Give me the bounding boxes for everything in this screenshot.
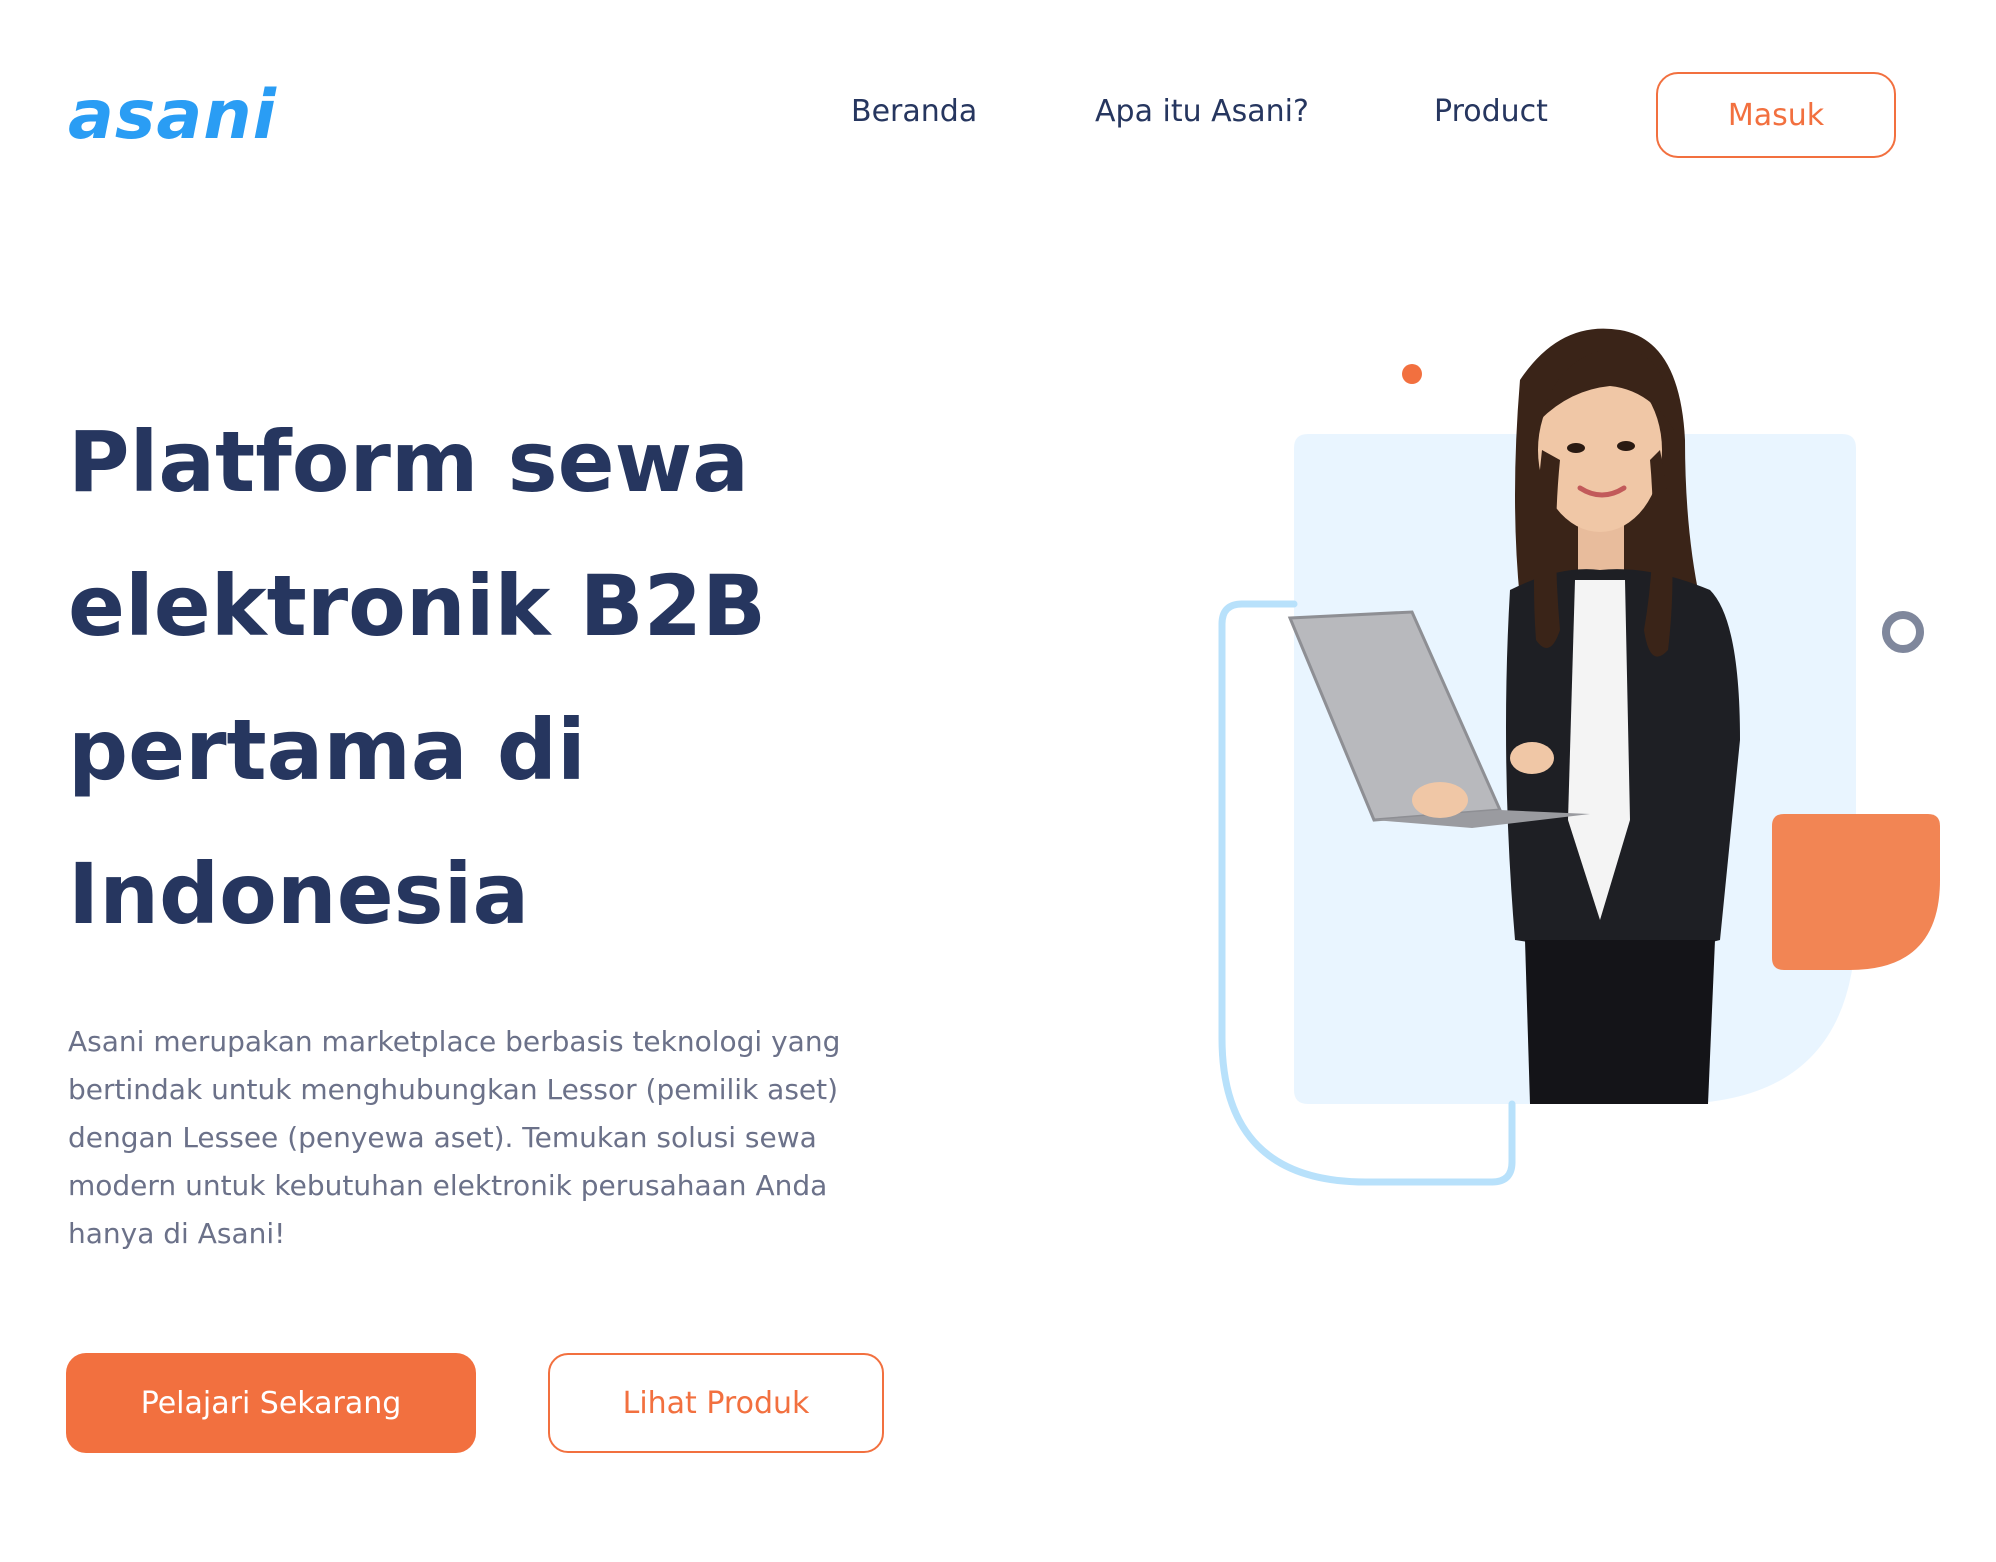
hero-title-line: elektronik B2B (68, 557, 767, 655)
hero-title: Platform sewa elektronik B2B pertama di … (68, 390, 968, 966)
orange-dot-shape (1402, 364, 1422, 384)
login-button[interactable]: Masuk (1656, 72, 1896, 158)
hero-title-line: Indonesia (68, 845, 530, 943)
nav-link-beranda[interactable]: Beranda (851, 90, 977, 134)
hero-title-line: pertama di (68, 701, 586, 799)
hero-description: Asani merupakan marketplace berbasis tek… (68, 1018, 968, 1258)
login-button-label: Masuk (1727, 97, 1825, 133)
landing-page: asani Beranda Apa itu Asani? Product Mas… (0, 0, 1996, 1562)
view-products-button-label: Lihat Produk (622, 1385, 810, 1421)
hero-description-line: hanya di Asani! (68, 1217, 286, 1250)
hero-description-line: Asani merupakan marketplace berbasis tek… (68, 1025, 841, 1058)
learn-now-button[interactable]: Pelajari Sekarang (66, 1353, 476, 1453)
view-products-button[interactable]: Lihat Produk (548, 1353, 884, 1453)
hero-description-line: dengan Lessee (penyewa aset). Temukan so… (68, 1121, 817, 1154)
grey-ring-shape (1882, 611, 1924, 653)
asani-logo[interactable]: asani (68, 76, 277, 156)
hero-illustration-graphic (1218, 328, 1940, 1186)
nav-link-apa-itu-asani[interactable]: Apa itu Asani? (1095, 90, 1309, 134)
hero-description-line: modern untuk kebutuhan elektronik perusa… (68, 1169, 828, 1202)
hero-description-line: bertindak untuk menghubungkan Lessor (pe… (68, 1073, 839, 1106)
hero-title-line: Platform sewa (68, 413, 749, 511)
hero-illustration (1180, 300, 1960, 1200)
learn-now-button-label: Pelajari Sekarang (140, 1385, 402, 1421)
nav-link-product[interactable]: Product (1434, 90, 1548, 134)
orange-block-shape (1772, 814, 1940, 970)
